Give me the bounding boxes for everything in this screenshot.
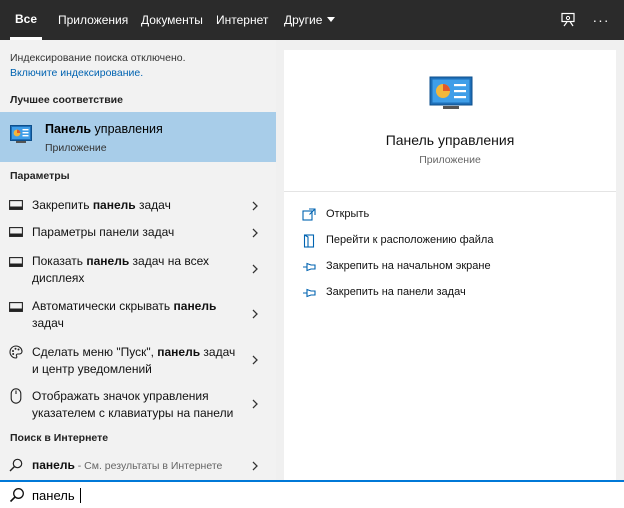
chevron-right-icon (252, 461, 258, 471)
setting-label: Сделать меню "Пуск", панель задач и цент… (32, 345, 236, 376)
web-search-result[interactable]: панель - См. результаты в Интернете (0, 454, 276, 478)
chevron-right-icon (252, 264, 258, 274)
action-label: Открыть (326, 208, 370, 220)
action-label: Закрепить на панели задач (326, 286, 466, 298)
search-icon (8, 457, 24, 473)
open-icon (302, 208, 316, 221)
best-match-subtitle: Приложение (45, 142, 107, 154)
tab-internet[interactable]: Интернет (216, 0, 268, 40)
taskbar-icon (8, 224, 24, 240)
best-match-title: Панель управления (45, 122, 163, 136)
setting-item-taskbar-settings[interactable]: Параметры панели задач (0, 221, 276, 245)
tab-apps[interactable]: Приложения (58, 0, 128, 40)
chevron-right-icon (252, 399, 258, 409)
settings-heading: Параметры (10, 170, 70, 182)
results-panel: Индексирование поиска отключено. Включит… (0, 40, 276, 480)
preview-subtitle: Приложение (419, 154, 481, 166)
enable-indexing-link[interactable]: Включите индексирование. (10, 67, 143, 79)
search-input[interactable]: панель (32, 488, 81, 504)
action-label: Перейти к расположению файла (326, 234, 494, 246)
pin-icon (303, 262, 316, 272)
mouse-icon (8, 388, 24, 404)
feedback-icon[interactable] (553, 0, 583, 40)
folder-icon (303, 234, 315, 248)
chevron-right-icon (252, 355, 258, 365)
setting-label: Параметры панели задач (32, 225, 175, 239)
pin-icon (303, 288, 316, 298)
top-bar: Все Приложения Документы Интернет Другие… (0, 0, 624, 40)
tab-documents[interactable]: Документы (141, 0, 203, 40)
search-bar[interactable]: панель (0, 480, 624, 508)
setting-item-autohide-taskbar[interactable]: Автоматически скрывать панель задач (0, 296, 276, 332)
preview-title: Панель управления (385, 132, 515, 148)
setting-item-pin-taskbar[interactable]: Закрепить панель задач (0, 194, 276, 218)
taskbar-icon (8, 254, 24, 270)
search-icon (9, 488, 24, 503)
web-search-heading: Поиск в Интернете (10, 432, 109, 444)
tab-all[interactable]: Все (10, 0, 42, 40)
setting-item-start-taskbar-color[interactable]: Сделать меню "Пуск", панель задач и цент… (0, 342, 276, 378)
text-cursor (79, 488, 81, 504)
taskbar-icon (8, 299, 24, 315)
setting-label: Отображать значок управления указателем … (32, 389, 234, 420)
control-panel-icon (429, 76, 473, 109)
control-panel-icon (10, 125, 32, 143)
preview-panel: Панель управления Приложение Открыть Пер… (284, 50, 616, 480)
best-match-heading: Лучшее соответствие (10, 94, 123, 106)
web-search-label: панель - См. результаты в Интернете (32, 458, 223, 472)
chevron-right-icon (252, 201, 258, 211)
tab-other-label: Другие (284, 13, 323, 27)
chevron-right-icon (252, 228, 258, 238)
setting-item-show-taskbar-all-displays[interactable]: Показать панель задач на всех дисплеях (0, 251, 276, 287)
divider (284, 191, 616, 192)
indexing-notice: Индексирование поиска отключено. (10, 52, 186, 64)
setting-label: Закрепить панель задач (32, 198, 171, 212)
best-match-item[interactable]: Панель управления Приложение (0, 112, 276, 162)
taskbar-icon (8, 197, 24, 213)
setting-item-mouse-keys-icon[interactable]: Отображать значок управления указателем … (0, 386, 276, 422)
tab-other[interactable]: Другие (284, 0, 336, 40)
chevron-down-icon (327, 17, 336, 23)
setting-label: Показать панель задач на всех дисплеях (32, 254, 209, 285)
palette-icon (8, 344, 24, 360)
chevron-right-icon (252, 309, 258, 319)
action-label: Закрепить на начальном экране (326, 260, 491, 272)
more-options-icon[interactable]: ··· (586, 0, 616, 40)
setting-label: Автоматически скрывать панель задач (32, 299, 217, 330)
